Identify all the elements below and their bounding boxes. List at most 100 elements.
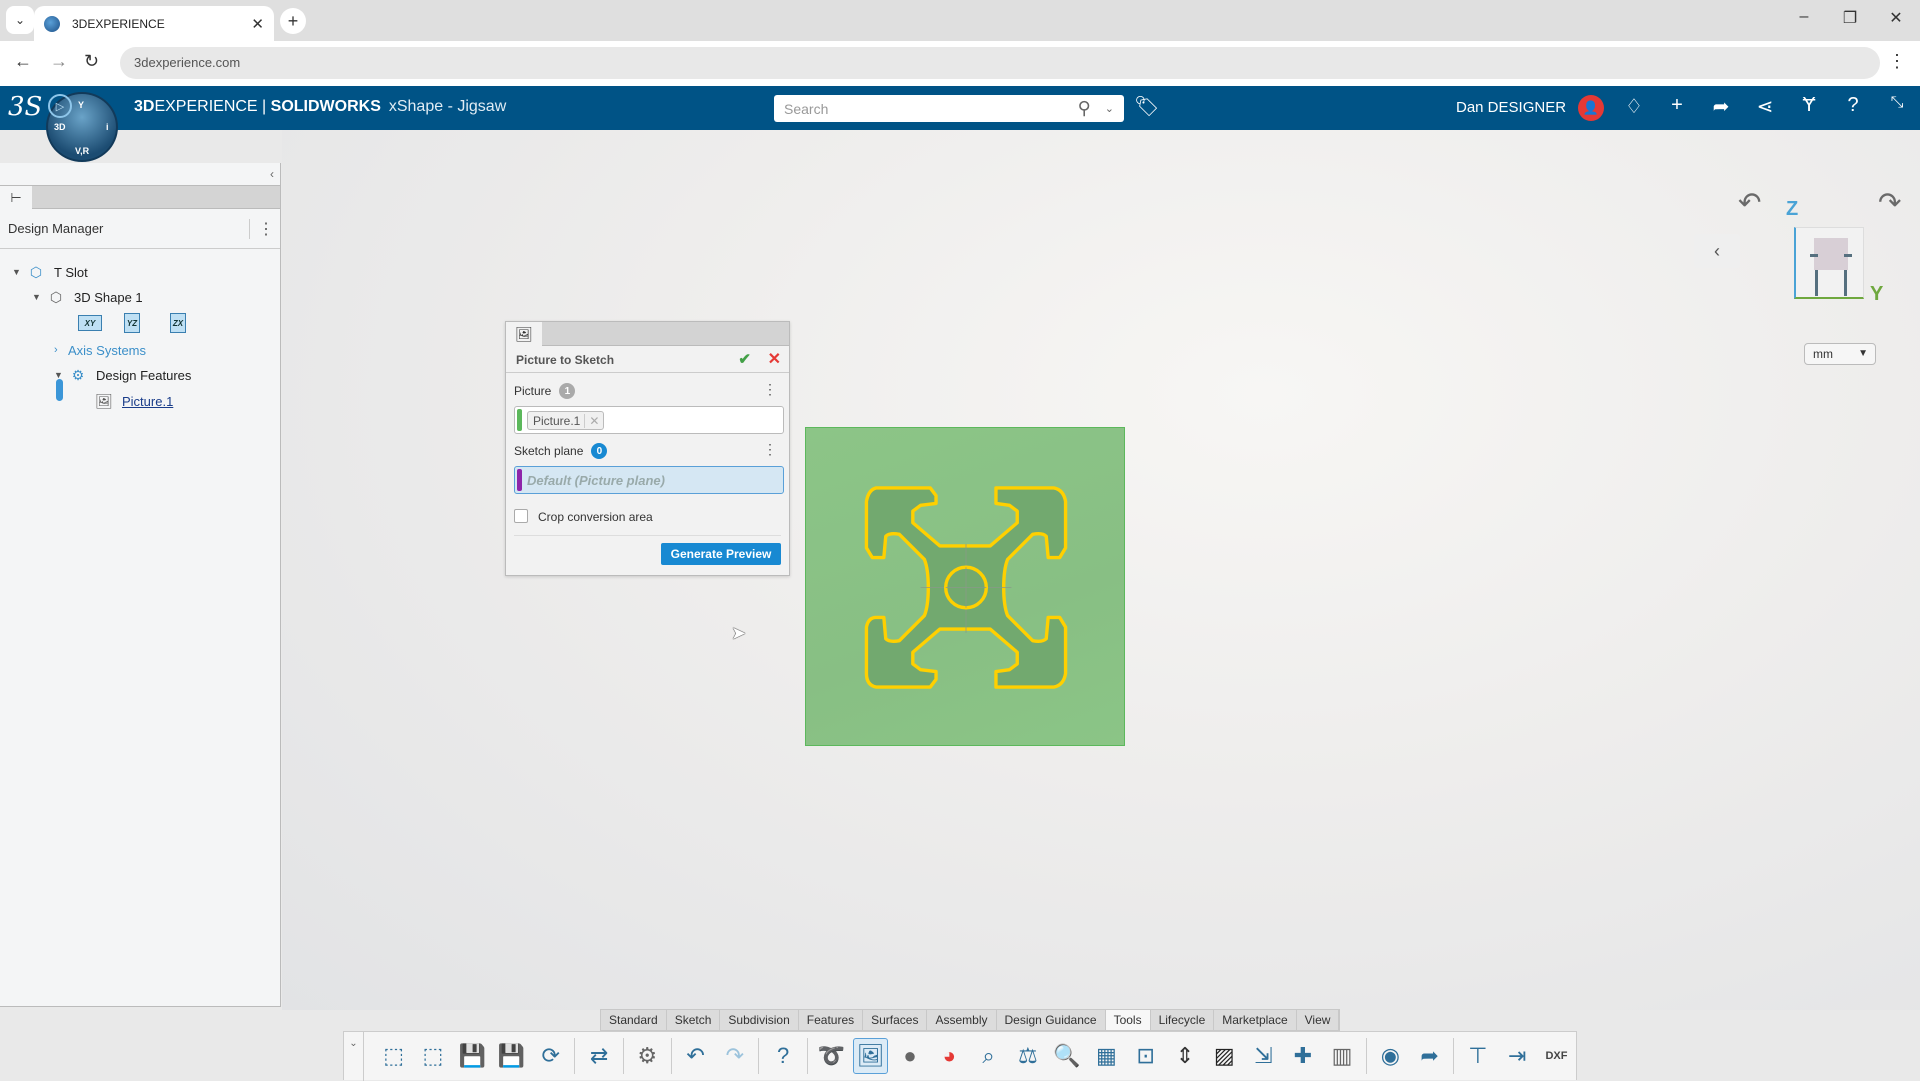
- cam-icon[interactable]: ⇥: [1500, 1038, 1535, 1074]
- restore-icon[interactable]: ❐: [1838, 8, 1862, 28]
- unit-dropdown[interactable]: mm ▼: [1804, 343, 1876, 365]
- sketch-plane-field[interactable]: Default (Picture plane): [514, 466, 784, 494]
- tab-design-guidance[interactable]: Design Guidance: [997, 1010, 1106, 1030]
- forward-icon[interactable]: →: [50, 51, 68, 72]
- sketch-plane-options-icon[interactable]: ⋮: [763, 441, 777, 458]
- add-icon[interactable]: +: [1663, 94, 1691, 117]
- rotate-left-icon[interactable]: ↶: [1738, 186, 1761, 219]
- collapse-panel-icon[interactable]: ‹: [270, 167, 274, 181]
- image-capture-icon[interactable]: ◉: [1373, 1038, 1408, 1074]
- compass-widget[interactable]: Y 3D i V,R ▷: [46, 92, 118, 162]
- inspect-icon[interactable]: 🔍: [1049, 1038, 1084, 1074]
- previous-view-button[interactable]: ‹: [1694, 234, 1740, 268]
- xy-plane-icon[interactable]: XY: [78, 315, 102, 331]
- tab-search-dropdown[interactable]: ⌄: [6, 6, 34, 34]
- tab-assembly[interactable]: Assembly: [927, 1010, 997, 1030]
- new-icon[interactable]: ⬚: [376, 1038, 411, 1074]
- 3d-print-icon[interactable]: ⊤: [1460, 1038, 1495, 1074]
- tree-tab-icon[interactable]: ⊢: [0, 186, 32, 209]
- search-input[interactable]: Search ⚲ ⌄: [774, 95, 1124, 122]
- close-tab-icon[interactable]: ✕: [251, 15, 264, 33]
- new-tab-button[interactable]: +: [280, 8, 306, 34]
- expand-icon[interactable]: ▼: [32, 292, 46, 302]
- cancel-x-icon[interactable]: ✕: [768, 349, 781, 369]
- ok-check-icon[interactable]: ✔: [738, 350, 751, 368]
- tree-node-3d-shape[interactable]: ▼ ⬡ 3D Shape 1: [32, 286, 143, 308]
- picture-to-sketch-icon[interactable]: 🖼: [506, 322, 542, 346]
- chevron-right-icon[interactable]: ›: [54, 344, 68, 356]
- social-icon[interactable]: ⋖: [1751, 94, 1779, 119]
- zebra-icon[interactable]: ▨: [1207, 1038, 1242, 1074]
- dxf-export-icon[interactable]: DXF: [1539, 1038, 1574, 1074]
- redo-icon[interactable]: ↷: [717, 1038, 752, 1074]
- help-icon[interactable]: ?: [1839, 94, 1867, 117]
- yz-plane-icon[interactable]: YZ: [124, 313, 140, 333]
- bom-icon[interactable]: ▦: [1089, 1038, 1124, 1074]
- picture-field[interactable]: Picture.1 ✕: [514, 406, 784, 434]
- tree-node-t-slot[interactable]: ▼ ⬡ T Slot: [12, 261, 88, 283]
- share-arrow-icon[interactable]: ➦: [1412, 1038, 1447, 1074]
- tab-tools[interactable]: Tools: [1105, 1010, 1151, 1030]
- library-icon[interactable]: ▥: [1324, 1038, 1359, 1074]
- remove-chip-icon[interactable]: ✕: [584, 413, 603, 428]
- undo-icon[interactable]: ↶: [678, 1038, 713, 1074]
- user-name[interactable]: Dan DESIGNER: [1456, 99, 1566, 116]
- view-cube[interactable]: [1794, 227, 1864, 299]
- tab-view[interactable]: View: [1297, 1010, 1340, 1030]
- picture-chip[interactable]: Picture.1 ✕: [527, 411, 605, 430]
- zoom-fit-icon[interactable]: ⊡: [1128, 1038, 1163, 1074]
- save-as-icon[interactable]: 💾: [494, 1038, 529, 1074]
- fullscreen-icon[interactable]: ⤡: [1883, 94, 1911, 112]
- tree-node-design-features[interactable]: ▼ ⚙ Design Features: [54, 364, 191, 386]
- lasso-icon[interactable]: ➰: [814, 1038, 849, 1074]
- color-wheel-icon[interactable]: ◕: [932, 1038, 967, 1074]
- insert-icon[interactable]: ✚: [1285, 1038, 1320, 1074]
- picture-to-sketch-icon[interactable]: 🖼: [853, 1038, 889, 1074]
- replace-icon[interactable]: ⇄: [581, 1038, 616, 1074]
- action-bar-dropdown-icon[interactable]: ⌄: [344, 1032, 364, 1081]
- tab-features[interactable]: Features: [799, 1010, 864, 1030]
- browser-menu-icon[interactable]: ⋮: [1888, 51, 1906, 72]
- url-input[interactable]: 3dexperience.com: [120, 47, 1880, 79]
- picture-plane[interactable]: [805, 427, 1125, 746]
- chevron-down-icon[interactable]: ⌄: [1105, 102, 1114, 115]
- tab-standard[interactable]: Standard: [601, 1010, 667, 1030]
- open-icon[interactable]: ⬚: [415, 1038, 450, 1074]
- picture-options-icon[interactable]: ⋮: [763, 381, 777, 398]
- zx-plane-icon[interactable]: ZX: [170, 313, 186, 333]
- tab-marketplace[interactable]: Marketplace: [1214, 1010, 1297, 1030]
- more-options-icon[interactable]: ⋮: [249, 219, 274, 239]
- reload-icon[interactable]: ↻: [84, 51, 99, 72]
- mass-properties-icon[interactable]: ⚖: [1010, 1038, 1045, 1074]
- tree-node-picture[interactable]: 🖼 Picture.1: [94, 390, 173, 412]
- generate-preview-button[interactable]: Generate Preview: [661, 543, 781, 565]
- expand-icon[interactable]: ▼: [12, 267, 26, 277]
- tab-subdivision[interactable]: Subdivision: [720, 1010, 799, 1030]
- tag-icon[interactable]: 🏷: [1134, 94, 1159, 119]
- play-icon[interactable]: ▷: [48, 94, 72, 118]
- options-gear-icon[interactable]: ⚙: [630, 1038, 665, 1074]
- tab-lifecycle[interactable]: Lifecycle: [1151, 1010, 1215, 1030]
- tab-surfaces[interactable]: Surfaces: [863, 1010, 928, 1030]
- browser-tab[interactable]: 3DEXPERIENCE ✕: [34, 6, 274, 41]
- minimize-icon[interactable]: –: [1792, 8, 1816, 26]
- rotate-right-icon[interactable]: ↷: [1878, 186, 1901, 219]
- section-icon[interactable]: ⇕: [1167, 1038, 1202, 1074]
- notifications-icon[interactable]: ♢: [1620, 94, 1648, 119]
- tree-node-axis-systems[interactable]: › Axis Systems: [54, 339, 146, 361]
- close-icon[interactable]: ✕: [1884, 8, 1908, 28]
- search-icon[interactable]: ⚲: [1078, 98, 1091, 119]
- crop-conversion-checkbox[interactable]: [514, 509, 528, 523]
- measure-icon[interactable]: ⌕: [971, 1038, 1006, 1074]
- refresh-icon[interactable]: ⟳: [533, 1038, 568, 1074]
- apps-compass-icon[interactable]: Ɏ: [1795, 94, 1823, 117]
- save-icon[interactable]: 💾: [455, 1038, 490, 1074]
- help-icon[interactable]: ?: [765, 1038, 800, 1074]
- share-icon[interactable]: ➦: [1707, 94, 1735, 119]
- tab-sketch[interactable]: Sketch: [667, 1010, 721, 1030]
- address-bar: ← → ↻ 3dexperience.com ⋮: [0, 41, 1920, 86]
- import-icon[interactable]: ⇲: [1246, 1038, 1281, 1074]
- render-icon[interactable]: ●: [892, 1038, 927, 1074]
- back-icon[interactable]: ←: [14, 51, 32, 72]
- avatar[interactable]: 👤: [1578, 95, 1604, 121]
